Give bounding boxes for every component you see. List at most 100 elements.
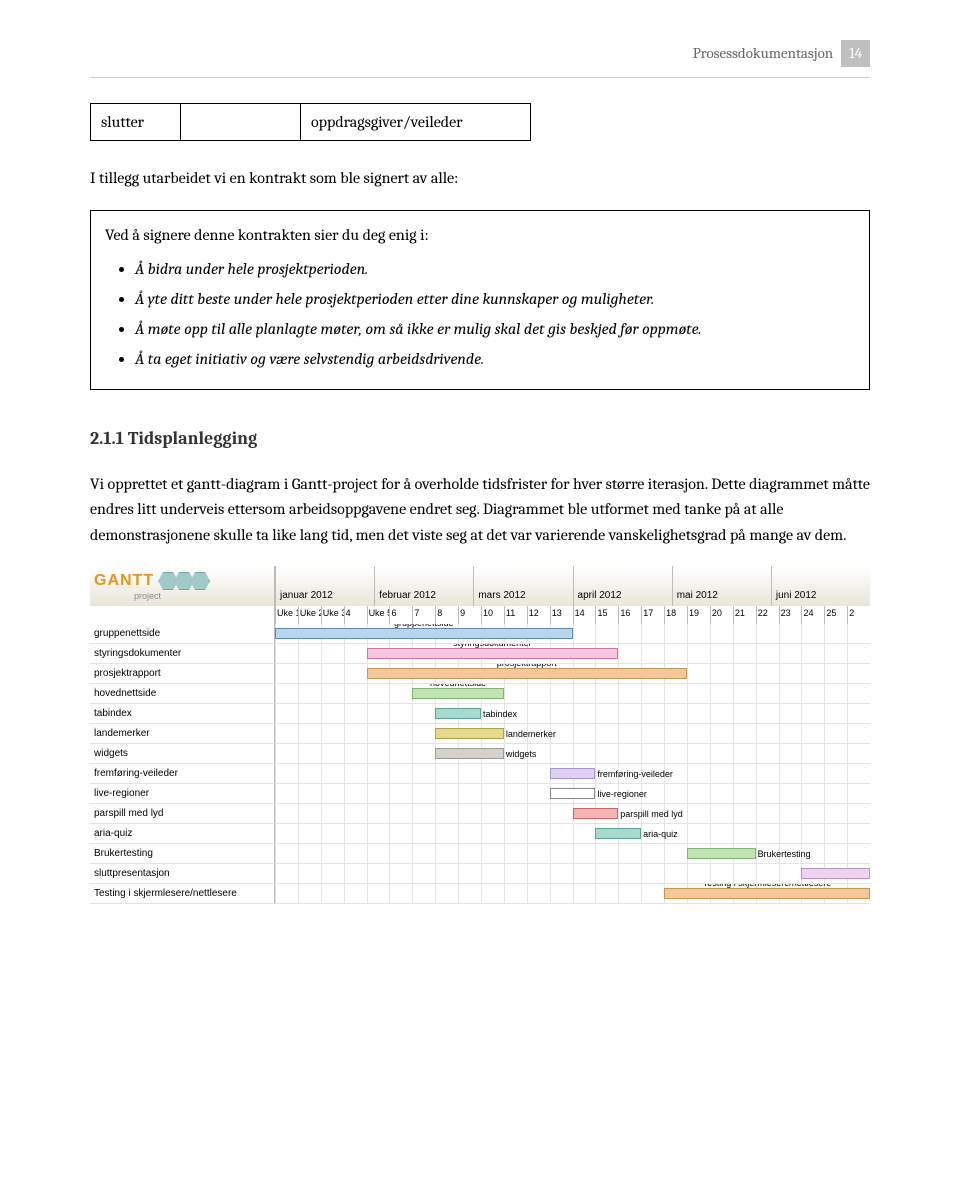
- gantt-bar: gruppenettside: [275, 628, 573, 639]
- gantt-task-row: Testing i skjermlesere/nettlesereTesting…: [90, 884, 870, 904]
- gantt-task-label: hovednettside: [90, 684, 275, 704]
- gantt-task-row: styringsdokumenter styringsdokumenter: [90, 644, 870, 664]
- gantt-chart: GANTT project januar 2012 februar 2012 m…: [90, 566, 870, 904]
- week-cell: 7: [412, 606, 435, 624]
- gantt-bar: hovednettside: [412, 688, 504, 699]
- table-cell: oppdragsgiver/veileder: [301, 103, 531, 140]
- gantt-task-row: aria-quizaria-quiz: [90, 824, 870, 844]
- gantt-task-label: sluttpresentasjon: [90, 864, 275, 884]
- gantt-task-track: sluttpresentasjon: [275, 864, 870, 884]
- gantt-task-row: gruppenettsidegruppenettside: [90, 624, 870, 644]
- week-cell: 25: [824, 606, 847, 624]
- gantt-bar-label: widgets: [506, 749, 537, 759]
- gantt-task-row: widgets widgets: [90, 744, 870, 764]
- week-cell: 4: [344, 606, 367, 624]
- week-cell: 23: [779, 606, 802, 624]
- gantt-month-axis: januar 2012 februar 2012 mars 2012 april…: [275, 566, 870, 606]
- gantt-bar: Testing i skjermlesere/nettlesere: [664, 888, 870, 899]
- gantt-bar-label: parspill med lyd: [620, 809, 683, 819]
- gantt-task-track: Testing i skjermlesere/nettlesere: [275, 884, 870, 904]
- week-cell: 9: [458, 606, 481, 624]
- gantt-task-track: fremføring-veileder: [275, 764, 870, 784]
- gantt-task-track: hovednettside: [275, 684, 870, 704]
- gantt-task-track: prosjektrapport: [275, 664, 870, 684]
- week-cell: Uke 2: [298, 606, 321, 624]
- gantt-task-track: aria-quiz: [275, 824, 870, 844]
- gantt-task-track: widgets: [275, 744, 870, 764]
- box-lead: Ved å signere denne kontrakten sier du d…: [105, 223, 855, 247]
- gantt-task-row: landemerker landemerker: [90, 724, 870, 744]
- gantt-bar: styringsdokumenter: [367, 648, 619, 659]
- gantt-task-row: prosjektrapport prosjektrapport: [90, 664, 870, 684]
- gantt-task-row: live-regionerlive-regioner: [90, 784, 870, 804]
- box-list: Å bidra under hele prosjektperioden. Å y…: [105, 257, 855, 371]
- contract-box: Ved å signere denne kontrakten sier du d…: [90, 210, 870, 390]
- section-heading: 2.1.1 Tidsplanlegging: [90, 425, 870, 452]
- gantt-bar: aria-quiz: [595, 828, 641, 839]
- gantt-task-label: aria-quiz: [90, 824, 275, 844]
- intro-paragraph: I tillegg utarbeidet vi en kontrakt som …: [90, 166, 870, 190]
- gantt-bar-label: Brukertesting: [758, 849, 811, 859]
- week-cell: 17: [641, 606, 664, 624]
- month-cell: januar 2012: [275, 566, 374, 606]
- gantt-task-track: tabindex: [275, 704, 870, 724]
- gantt-logo: GANTT project: [90, 566, 275, 606]
- gantt-task-label: Testing i skjermlesere/nettlesere: [90, 884, 275, 904]
- gantt-task-label: landemerker: [90, 724, 275, 744]
- week-cell: 22: [756, 606, 779, 624]
- week-cell: 8: [435, 606, 458, 624]
- gantt-bar: Brukertesting: [687, 848, 756, 859]
- gantt-task-label: widgets: [90, 744, 275, 764]
- gantt-bar-label: live-regioner: [597, 789, 647, 799]
- gantt-logo-sub: project: [134, 590, 206, 604]
- gantt-task-label: prosjektrapport: [90, 664, 275, 684]
- week-cell: 10: [481, 606, 504, 624]
- gantt-task-row: BrukertestingBrukertesting: [90, 844, 870, 864]
- week-cell: 12: [527, 606, 550, 624]
- header-title: Prosessdokumentasjon: [693, 42, 833, 65]
- gantt-task-label: Brukertesting: [90, 844, 275, 864]
- week-cell: 20: [710, 606, 733, 624]
- week-cell: 13: [550, 606, 573, 624]
- week-cell: 14: [573, 606, 596, 624]
- gantt-header-row: GANTT project januar 2012 februar 2012 m…: [90, 566, 870, 606]
- week-cell: 11: [504, 606, 527, 624]
- gantt-task-label: live-regioner: [90, 784, 275, 804]
- gantt-bar: landemerker: [435, 728, 504, 739]
- month-cell: april 2012: [573, 566, 672, 606]
- gantt-bar-label: hovednettside: [430, 684, 486, 688]
- gantt-task-label: parspill med lyd: [90, 804, 275, 824]
- gantt-task-track: gruppenettside: [275, 624, 870, 644]
- header-divider: [90, 77, 870, 78]
- week-cell: 18: [664, 606, 687, 624]
- gantt-task-row: hovednettsidehovednettside: [90, 684, 870, 704]
- gantt-task-track: live-regioner: [275, 784, 870, 804]
- week-cell: 6: [389, 606, 412, 624]
- gantt-task-track: parspill med lyd: [275, 804, 870, 824]
- gantt-bar: live-regioner: [550, 788, 596, 799]
- week-cell: 19: [687, 606, 710, 624]
- gantt-bar: prosjektrapport: [367, 668, 687, 679]
- week-cell: Uke 1: [275, 606, 298, 624]
- gantt-bar-label: Testing i skjermlesere/nettlesere: [703, 884, 832, 888]
- gantt-bar-label: aria-quiz: [643, 829, 678, 839]
- month-cell: mai 2012: [672, 566, 771, 606]
- gantt-task-row: parspill med lydparspill med lyd: [90, 804, 870, 824]
- gantt-task-track: styringsdokumenter: [275, 644, 870, 664]
- gantt-task-row: fremføring-veileder fremføring-veileder: [90, 764, 870, 784]
- gantt-task-label: fremføring-veileder: [90, 764, 275, 784]
- week-cell: 21: [733, 606, 756, 624]
- top-table: slutter oppdragsgiver/veileder: [90, 103, 531, 141]
- box-item: Å møte opp til alle planlagte møter, om …: [135, 317, 855, 341]
- gantt-task-label: styringsdokumenter: [90, 644, 275, 664]
- table-cell: slutter: [91, 103, 181, 140]
- week-cell: 2: [847, 606, 870, 624]
- week-cell: Uke 5: [367, 606, 390, 624]
- month-cell: februar 2012: [374, 566, 473, 606]
- table-cell: [181, 103, 301, 140]
- gantt-task-row: sluttpresentasjonsluttpresentasjon: [90, 864, 870, 884]
- gantt-bar: fremføring-veileder: [550, 768, 596, 779]
- gantt-bar: parspill med lyd: [573, 808, 619, 819]
- week-cell: 24: [801, 606, 824, 624]
- month-cell: juni 2012: [771, 566, 870, 606]
